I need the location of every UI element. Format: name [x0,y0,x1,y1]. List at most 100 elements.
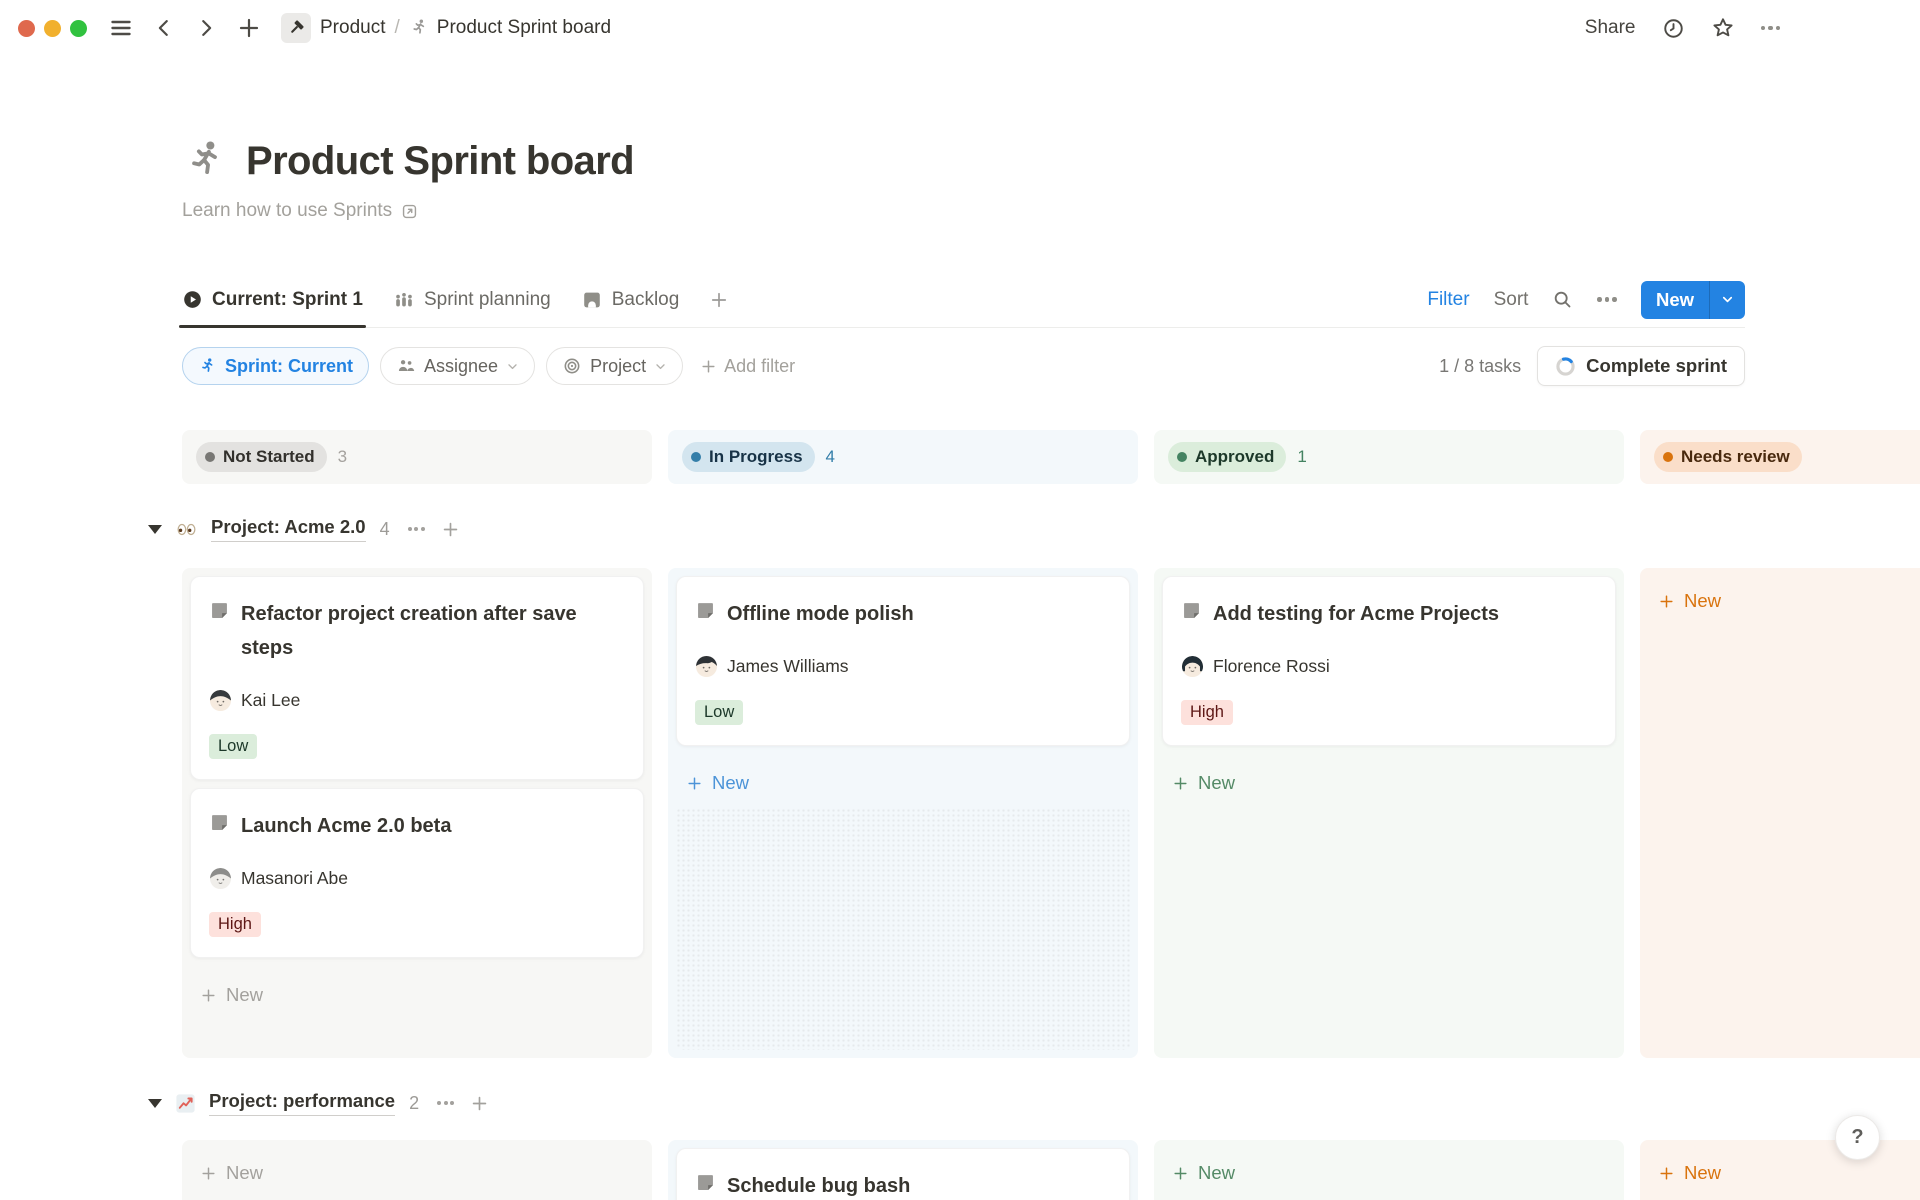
status-dot-icon [691,452,701,462]
learn-link[interactable]: Learn how to use Sprints [182,200,419,222]
sidebar-toggle-icon[interactable] [109,16,133,40]
task-card[interactable]: Launch Acme 2.0 beta Masanori Abe High [190,788,644,958]
assignee-name: James Williams [727,656,849,677]
new-card-button[interactable]: New [190,980,644,1010]
new-card-button[interactable]: New [190,1158,644,1188]
new-page-icon[interactable] [237,16,261,40]
assignee-name: Masanori Abe [241,868,348,889]
breadcrumb-root[interactable]: Product [320,17,385,39]
group-more-icon[interactable] [437,1101,454,1105]
sprint-filter-chip[interactable]: Sprint: Current [182,347,369,385]
chevron-down-icon [506,360,519,373]
group-title[interactable]: Project: performance [209,1090,395,1116]
group-count: 2 [409,1093,419,1114]
new-task-label: New [1641,281,1709,319]
close-window-button[interactable] [18,20,35,37]
new-card-label: New [226,1162,263,1184]
avatar [1181,655,1204,678]
sort-button[interactable]: Sort [1494,289,1529,311]
search-icon[interactable] [1552,289,1573,310]
tab-backlog[interactable]: Backlog [581,272,680,327]
column-needs-review: New [1640,1140,1920,1200]
group-header-acme: Project: Acme 2.0 4 [148,514,1920,544]
tab-sprint-planning[interactable]: Sprint planning [393,272,551,327]
people-group-icon [393,289,415,311]
plus-icon [1172,775,1189,792]
card-title: Offline mode polish [727,597,914,631]
column-needs-review: New [1640,568,1920,1058]
status-dot-icon [205,452,215,462]
document-icon [209,600,230,621]
card-title: Refactor project creation after save ste… [241,597,625,665]
page-title: Product Sprint board [246,139,634,184]
new-card-button[interactable]: New [676,768,1130,798]
target-icon [562,356,582,376]
task-card[interactable]: Add testing for Acme Projects Florence R… [1162,576,1616,746]
new-card-label: New [226,984,263,1006]
window-controls [18,20,87,37]
status-dot-icon [1177,452,1187,462]
runner-icon [198,357,217,376]
zoom-window-button[interactable] [70,20,87,37]
inbox-icon [581,289,603,311]
workspace-hammer-icon[interactable] [281,13,311,43]
complete-sprint-button[interactable]: Complete sprint [1537,346,1745,386]
breadcrumb-current[interactable]: Product Sprint board [437,17,611,39]
collapse-triangle-icon[interactable] [148,525,162,534]
new-card-button[interactable]: New [1162,768,1616,798]
tab-label: Sprint planning [424,289,551,311]
add-view-icon[interactable] [709,272,729,327]
task-card[interactable]: Refactor project creation after save ste… [190,576,644,780]
column-count: 4 [826,447,835,467]
column-header-in-progress: In Progress 4 [668,430,1138,484]
page-runner-icon[interactable] [182,138,228,184]
status-pill[interactable]: In Progress [682,442,815,472]
status-pill[interactable]: Needs review [1654,442,1802,472]
task-card[interactable]: Offline mode polish James Williams Low [676,576,1130,746]
new-task-button[interactable]: New [1641,281,1745,319]
document-icon [209,812,230,833]
tab-label: Backlog [612,289,680,311]
chart-emoji-icon [174,1092,197,1115]
project-filter-label: Project [590,356,646,377]
status-pill[interactable]: Not Started [196,442,327,472]
task-card[interactable]: Schedule bug bash [676,1148,1130,1200]
new-task-dropdown-icon[interactable] [1709,281,1745,319]
favorite-star-icon[interactable] [1711,16,1735,40]
group-add-icon[interactable] [441,520,460,539]
collapse-triangle-icon[interactable] [148,1099,162,1108]
forward-icon[interactable] [195,17,217,39]
new-card-button[interactable]: New [1648,586,1920,616]
status-label: Approved [1195,447,1274,467]
group-title[interactable]: Project: Acme 2.0 [211,516,366,542]
tab-current-sprint[interactable]: Current: Sprint 1 [182,272,363,327]
minimize-window-button[interactable] [44,20,61,37]
more-options-icon[interactable] [1761,26,1781,31]
add-filter-button[interactable]: Add filter [700,356,795,377]
filter-button[interactable]: Filter [1427,289,1469,311]
learn-link-label: Learn how to use Sprints [182,200,392,222]
assignee-filter-chip[interactable]: Assignee [380,347,535,385]
status-pill[interactable]: Approved [1168,442,1286,472]
group-more-icon[interactable] [408,527,425,531]
add-filter-label: Add filter [724,356,795,377]
chevron-down-icon [654,360,667,373]
new-card-button[interactable]: New [1162,1158,1616,1188]
new-card-button[interactable]: New [1648,1158,1920,1188]
new-card-label: New [1684,590,1721,612]
project-filter-chip[interactable]: Project [546,347,683,385]
back-icon[interactable] [153,17,175,39]
help-button[interactable]: ? [1835,1115,1880,1160]
column-count: 3 [338,447,347,467]
view-more-icon[interactable] [1597,297,1617,302]
plus-icon [200,1165,217,1182]
play-icon [182,289,203,310]
history-clock-icon[interactable] [1662,17,1685,40]
group-add-icon[interactable] [470,1094,489,1113]
runner-icon [409,18,429,38]
card-title: Add testing for Acme Projects [1213,597,1499,631]
status-dot-icon [1663,452,1673,462]
avatar [695,655,718,678]
assignee-name: Kai Lee [241,690,300,711]
share-button[interactable]: Share [1585,17,1636,39]
